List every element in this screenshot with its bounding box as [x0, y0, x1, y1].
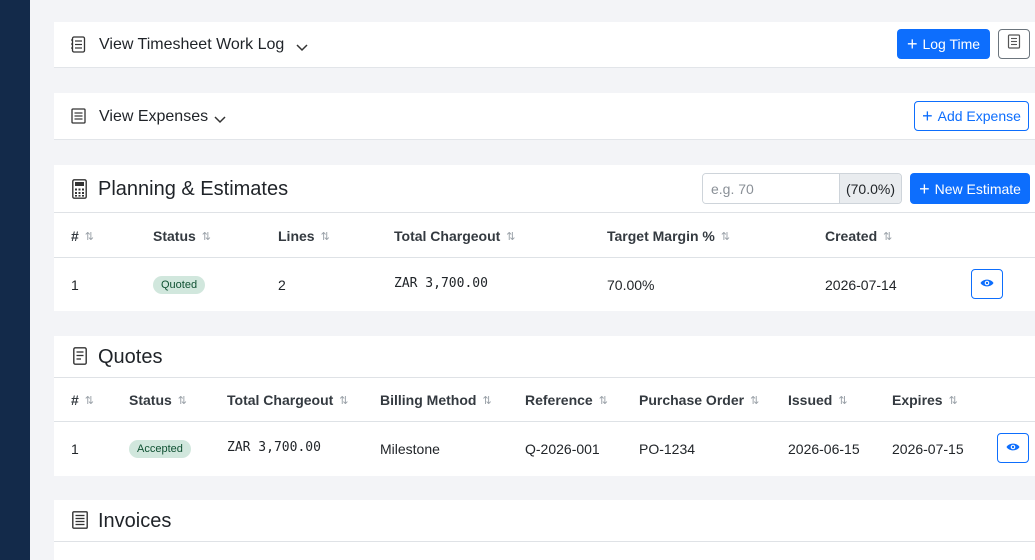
- column-header-number[interactable]: # ⇅: [71, 228, 94, 244]
- plus-icon: +: [906, 34, 918, 54]
- quote-purchase-order: PO-1234: [639, 441, 696, 457]
- row-divider: [54, 257, 1035, 258]
- add-expense-label: Add Expense: [937, 108, 1021, 124]
- sidebar: [0, 0, 30, 560]
- sort-icon: ⇅: [201, 230, 211, 243]
- sort-icon: ⇅: [84, 230, 94, 243]
- sort-icon: ⇅: [506, 230, 515, 243]
- column-header-created[interactable]: Created ⇅: [825, 228, 892, 244]
- quote-number: 1: [71, 441, 79, 457]
- log-time-label: Log Time: [922, 36, 981, 52]
- quote-reference: Q-2026-001: [525, 441, 600, 457]
- column-header-status[interactable]: Status ⇅: [129, 392, 187, 408]
- target-margin-input-group: (70.0%): [702, 173, 902, 204]
- sort-icon: ⇅: [720, 230, 730, 243]
- column-header-purchase-order[interactable]: Purchase Order ⇅: [639, 392, 759, 408]
- list-icon: [71, 108, 86, 129]
- log-time-button[interactable]: + Log Time: [897, 29, 990, 59]
- estimate-total: ZAR 3,700.00: [394, 276, 488, 291]
- column-header-lines[interactable]: Lines ⇅: [278, 228, 330, 244]
- status-badge: Accepted: [129, 440, 191, 458]
- view-quote-button[interactable]: [997, 433, 1029, 463]
- quote-billing-method: Milestone: [380, 441, 440, 457]
- invoices-title: Invoices: [98, 510, 172, 532]
- target-margin-suffix: (70.0%): [839, 174, 901, 203]
- plus-icon: +: [919, 178, 930, 199]
- eye-icon: [980, 275, 994, 293]
- document-icon: [73, 347, 87, 370]
- quotes-title: Quotes: [98, 346, 163, 368]
- main-content: View Timesheet Work Log + Log Time View …: [30, 0, 1035, 560]
- planning-header: Planning & Estimates (70.0%) + New Estim…: [54, 165, 1035, 213]
- quote-expires: 2026-07-15: [892, 441, 964, 457]
- quotes-card: Quotes # ⇅ Status ⇅ Total Chargeout ⇅ Billi…: [54, 336, 1035, 476]
- add-expense-button[interactable]: + Add Expense: [914, 101, 1029, 131]
- new-estimate-label: New Estimate: [934, 180, 1021, 197]
- expenses-title[interactable]: View Expenses: [99, 108, 208, 126]
- sort-icon: ⇅: [177, 394, 187, 407]
- sort-icon: ⇅: [320, 230, 330, 243]
- column-header-total-chargeout[interactable]: Total Chargeout ⇅: [394, 228, 516, 244]
- quote-total: ZAR 3,700.00: [227, 440, 321, 455]
- new-estimate-button[interactable]: + New Estimate: [910, 173, 1030, 204]
- sort-icon: ⇅: [84, 394, 94, 407]
- status-badge: Quoted: [153, 276, 206, 294]
- timesheet-title[interactable]: View Timesheet Work Log: [99, 36, 284, 54]
- calculator-icon: [72, 179, 87, 204]
- estimate-lines: 2: [278, 277, 286, 293]
- eye-icon: [1006, 439, 1020, 457]
- view-estimate-button[interactable]: [971, 269, 1003, 299]
- receipt-button[interactable]: [998, 29, 1030, 59]
- sort-icon: ⇅: [482, 394, 491, 407]
- column-header-expires[interactable]: Expires ⇅: [892, 392, 958, 408]
- column-header-billing-method[interactable]: Billing Method ⇅: [380, 392, 492, 408]
- receipt-icon: [1007, 34, 1021, 54]
- estimate-margin: 70.00%: [607, 277, 655, 293]
- column-header-total-chargeout[interactable]: Total Chargeout ⇅: [227, 392, 349, 408]
- chevron-down-icon[interactable]: [214, 111, 226, 129]
- invoices-card: Invoices: [54, 500, 1035, 560]
- row-divider: [54, 421, 1035, 422]
- sort-icon: ⇅: [598, 394, 608, 407]
- sort-icon: ⇅: [750, 394, 759, 407]
- timesheet-card: View Timesheet Work Log + Log Time: [54, 22, 1035, 68]
- estimate-number: 1: [71, 277, 79, 293]
- estimate-created: 2026-07-14: [825, 277, 897, 293]
- column-header-issued[interactable]: Issued ⇅: [788, 392, 848, 408]
- planning-card: Planning & Estimates (70.0%) + New Estim…: [54, 165, 1035, 311]
- column-header-target-margin[interactable]: Target Margin % ⇅: [607, 228, 730, 244]
- sort-icon: ⇅: [339, 394, 348, 407]
- column-header-status[interactable]: Status ⇅: [153, 228, 211, 244]
- planning-title: Planning & Estimates: [98, 178, 289, 200]
- column-header-number[interactable]: # ⇅: [71, 392, 94, 408]
- invoices-header: Invoices: [54, 500, 1035, 542]
- plus-icon: +: [922, 106, 933, 126]
- quotes-header: Quotes: [54, 336, 1035, 378]
- sort-icon: ⇅: [948, 394, 958, 407]
- quote-issued: 2026-06-15: [788, 441, 860, 457]
- target-margin-input[interactable]: [703, 174, 839, 203]
- sort-icon: ⇅: [883, 230, 892, 243]
- column-header-reference[interactable]: Reference ⇅: [525, 392, 608, 408]
- chevron-down-icon[interactable]: [296, 39, 308, 57]
- sort-icon: ⇅: [838, 394, 847, 407]
- invoice-icon: [72, 511, 88, 534]
- list-icon: [71, 36, 86, 58]
- expenses-card: View Expenses + Add Expense: [54, 93, 1035, 140]
